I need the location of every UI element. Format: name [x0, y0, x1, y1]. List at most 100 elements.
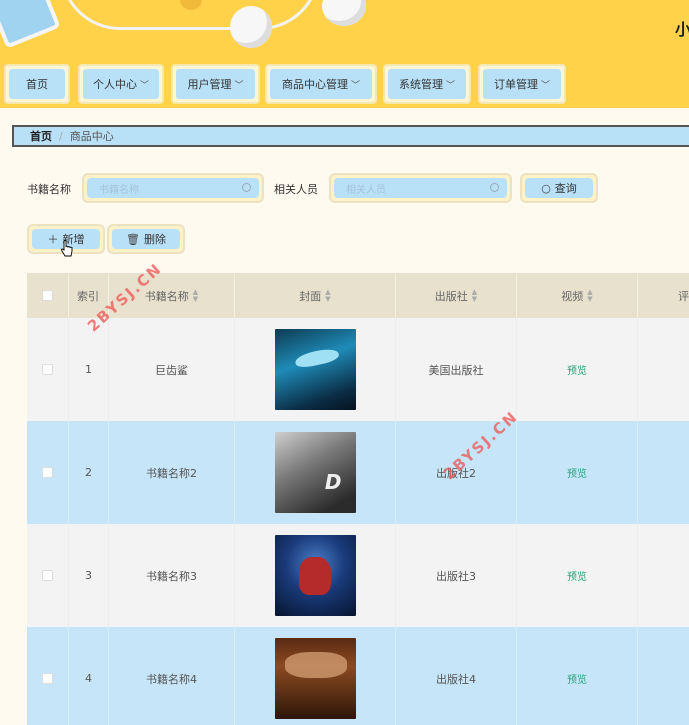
nav-label: 个人中心	[92, 78, 137, 91]
earbud-illustration	[322, 0, 366, 26]
video-preview-link[interactable]: 预览	[567, 671, 587, 686]
book-name-input[interactable]: 书籍名称	[82, 173, 264, 203]
cover-image[interactable]	[274, 329, 356, 410]
nav-label: 用户管理	[187, 78, 232, 91]
select-all-checkbox[interactable]	[42, 290, 53, 301]
video-preview-link[interactable]: 预览	[567, 568, 587, 583]
tablet-illustration	[0, 0, 61, 49]
video-preview-link[interactable]: 预览	[567, 362, 587, 377]
cell-index: 3	[69, 524, 109, 627]
trash-icon: 🗑	[126, 232, 140, 246]
cell-index: 2	[69, 421, 109, 524]
nav-label: 订单管理	[493, 78, 538, 91]
nav-item-home[interactable]: 首页	[4, 64, 70, 104]
table-row: 4 书籍名称4 出版社4 预览	[27, 627, 689, 725]
nav-item-system-management[interactable]: 系统管理 ﹀	[383, 64, 471, 104]
nav-item-personal-center[interactable]: 个人中心 ﹀	[78, 64, 164, 104]
column-header-rating[interactable]: 评	[638, 273, 689, 318]
cell-publisher: 出版社3	[396, 524, 517, 627]
earbud-illustration	[230, 6, 272, 48]
video-preview-link[interactable]: 预览	[567, 465, 587, 480]
cell-book-name: 巨齿鲨	[109, 318, 235, 421]
breadcrumb-home[interactable]: 首页	[30, 128, 52, 144]
row-checkbox[interactable]	[42, 467, 53, 478]
cell-video: 预览	[517, 627, 638, 725]
site-title: 小	[675, 20, 689, 39]
table-row: 3 书籍名称3 出版社3 预览	[27, 524, 689, 627]
cell-publisher: 美国出版社	[396, 318, 517, 421]
cell-rating	[638, 524, 689, 627]
sort-icon: ▲ ▼	[325, 287, 331, 303]
table-row: 1 巨齿鲨 美国出版社 预览	[27, 318, 689, 421]
main-nav: 首页 个人中心 ﹀ 用户管理 ﹀ 商品中心管理 ﹀ 系统管理 ﹀ 订单管理 ﹀	[0, 60, 689, 108]
row-checkbox[interactable]	[42, 570, 53, 581]
search-icon	[490, 183, 499, 192]
cell-cover	[235, 318, 396, 421]
related-person-placeholder: 相关人员	[346, 184, 386, 196]
cell-index: 4	[69, 627, 109, 725]
search-icon: ○	[541, 181, 551, 195]
related-person-label: 相关人员	[274, 183, 318, 196]
row-select-cell	[27, 421, 69, 524]
breadcrumb-separator: /	[59, 129, 63, 143]
row-checkbox[interactable]	[42, 364, 53, 375]
cell-rating	[638, 318, 689, 421]
cell-rating	[638, 421, 689, 524]
cell-cover	[235, 421, 396, 524]
query-label: 查询	[554, 182, 577, 195]
cell-book-name: 书籍名称3	[109, 524, 235, 627]
delete-label: 删除	[143, 233, 166, 246]
cell-index: 1	[69, 318, 109, 421]
nav-item-product-center[interactable]: 商品中心管理 ﹀	[265, 64, 377, 104]
cell-rating	[638, 627, 689, 725]
nav-item-order-management[interactable]: 订单管理 ﹀	[478, 64, 566, 104]
cell-publisher: 出版社4	[396, 627, 517, 725]
cover-image[interactable]	[274, 535, 356, 616]
header-banner: 小	[0, 0, 689, 60]
select-all-cell	[27, 273, 69, 318]
column-header-cover[interactable]: 封面 ▲ ▼	[235, 273, 396, 318]
nav-label: 系统管理	[398, 78, 443, 91]
chevron-down-icon: ﹀	[139, 80, 149, 91]
table-row: 2 书籍名称2 出版社2 预览	[27, 421, 689, 524]
chevron-down-icon: ﹀	[350, 80, 360, 91]
row-select-cell	[27, 318, 69, 421]
row-select-cell	[27, 627, 69, 725]
sort-icon: ▲ ▼	[471, 287, 478, 303]
hand-cursor-icon	[61, 240, 73, 257]
cell-cover	[235, 524, 396, 627]
cover-image[interactable]	[274, 638, 356, 719]
chevron-down-icon: ﹀	[540, 80, 550, 91]
related-person-input[interactable]: 相关人员	[329, 173, 512, 203]
nav-label: 商品中心管理	[281, 78, 348, 91]
column-header-label: 出版社	[434, 289, 468, 303]
book-name-placeholder: 书籍名称	[99, 184, 139, 196]
cell-book-name: 书籍名称4	[109, 627, 235, 725]
nav-item-user-management[interactable]: 用户管理 ﹀	[171, 64, 260, 104]
sort-icon: ▲ ▼	[192, 287, 199, 303]
breadcrumb: 首页 / 商品中心	[12, 125, 689, 147]
row-select-cell	[27, 524, 69, 627]
column-header-label: 书籍名称	[144, 289, 189, 303]
chevron-down-icon: ﹀	[234, 80, 244, 91]
breadcrumb-current: 商品中心	[69, 130, 114, 143]
cell-video: 预览	[517, 318, 638, 421]
column-header-publisher[interactable]: 出版社 ▲ ▼	[396, 273, 517, 318]
cell-video: 预览	[517, 421, 638, 524]
column-header-label: 封面	[299, 289, 322, 303]
nav-label: 首页	[26, 78, 48, 91]
row-checkbox[interactable]	[42, 673, 53, 684]
chevron-down-icon: ﹀	[445, 80, 455, 91]
search-icon	[242, 183, 251, 192]
sort-icon: ▲ ▼	[587, 287, 593, 303]
query-button[interactable]: ○ 查询	[520, 173, 598, 203]
column-header-label: 评	[678, 289, 689, 303]
column-header-video[interactable]: 视频 ▲ ▼	[517, 273, 638, 318]
delete-button[interactable]: 🗑 删除	[107, 224, 185, 254]
cell-video: 预览	[517, 524, 638, 627]
column-header-label: 视频	[561, 289, 584, 303]
cover-image[interactable]	[274, 432, 356, 513]
plus-icon: ＋	[47, 233, 59, 246]
column-header-label: 索引	[77, 289, 99, 303]
book-name-label: 书籍名称	[27, 183, 71, 196]
